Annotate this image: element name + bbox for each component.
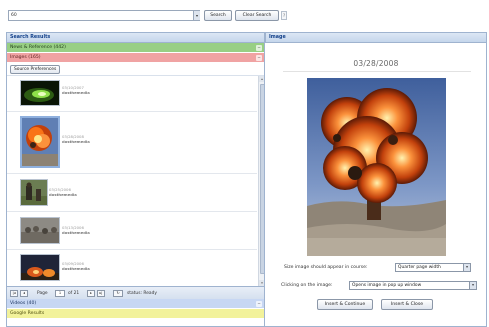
divider	[283, 71, 471, 72]
result-thumbnail[interactable]	[20, 80, 60, 106]
result-thumbnail[interactable]	[20, 217, 60, 244]
last-page-icon[interactable]: ▸|	[97, 290, 105, 297]
search-results-panel: Search Results News & Reference (442) − …	[6, 32, 265, 327]
size-label: Size image should appear in course:	[284, 265, 368, 270]
page-number-input[interactable]: 1	[55, 290, 65, 297]
list-item[interactable]: 03/13/2006 dosthemedia	[7, 212, 257, 250]
list-item[interactable]: 03/09/2006 dosthemedia	[7, 250, 257, 286]
size-select-value: Quarter page width	[398, 265, 441, 270]
pagination-toolbar: |◂ ◂ Page 1 of 21 ▸ ▸| ↻ status: Ready	[7, 286, 264, 299]
image-panel-title: Image	[265, 33, 486, 43]
next-page-icon[interactable]: ▸	[87, 290, 95, 297]
collapse-icon[interactable]: −	[256, 55, 262, 61]
list-item[interactable]: 03/10/2007 dosthemedia	[7, 76, 257, 112]
image-results-list: 03/10/2007 dosthemedia 03/28/2008 dosthe…	[7, 76, 264, 286]
result-source: dosthemedia	[62, 230, 90, 235]
category-images-label: Images (165)	[10, 55, 41, 60]
results-scrollbar[interactable]: ▴ ▾	[258, 76, 264, 286]
search-dropdown-arrow-icon[interactable]: ▾	[193, 11, 200, 20]
refresh-icon[interactable]: ↻	[113, 290, 123, 297]
scroll-thumb[interactable]	[259, 84, 264, 274]
click-behavior-value: Opens image in pop up window	[352, 283, 422, 288]
result-thumbnail[interactable]	[20, 116, 60, 168]
image-panel: Image 03/28/2008 Size image should appea…	[265, 32, 487, 327]
click-behavior-select[interactable]: Opens image in pop up window ▾	[349, 281, 477, 290]
help-icon[interactable]: ?	[281, 11, 287, 20]
category-google-results[interactable]: Google Results	[7, 309, 264, 319]
clear-search-button[interactable]: Clear Search	[235, 10, 279, 21]
category-videos[interactable]: Videos (40) −	[7, 299, 264, 309]
category-news-reference[interactable]: News & Reference (442) −	[7, 43, 264, 53]
expand-icon[interactable]: −	[256, 301, 262, 307]
chevron-down-icon[interactable]: ▾	[469, 282, 476, 289]
click-behavior-label: Clicking on the image:	[281, 283, 333, 288]
category-news-label: News & Reference (442)	[10, 45, 66, 50]
search-toolbar: 60 ▾ Search Clear Search ?	[0, 0, 489, 30]
result-source: dosthemedia	[62, 90, 90, 95]
source-preferences-button[interactable]: Source Preferences	[10, 65, 61, 74]
list-item[interactable]: 03/25/2006 dosthemedia	[7, 174, 257, 212]
scroll-up-icon[interactable]: ▴	[259, 76, 264, 82]
insert-continue-button[interactable]: Insert & Continue	[317, 299, 373, 310]
result-source: dosthemedia	[62, 266, 90, 271]
size-select[interactable]: Quarter page width ▾	[395, 263, 471, 272]
category-images[interactable]: Images (165) −	[7, 53, 264, 63]
category-videos-label: Videos (40)	[10, 301, 37, 306]
search-input[interactable]: 60	[8, 10, 200, 21]
search-results-title: Search Results	[7, 33, 264, 43]
image-preview[interactable]	[307, 78, 446, 256]
collapse-icon[interactable]: −	[256, 45, 262, 51]
result-source: dosthemedia	[62, 139, 90, 144]
category-google-label: Google Results	[10, 311, 45, 316]
result-thumbnail[interactable]	[20, 254, 60, 281]
list-item[interactable]: 03/28/2008 dosthemedia	[7, 112, 257, 174]
chevron-down-icon[interactable]: ▾	[463, 264, 470, 271]
previous-page-icon[interactable]: ◂	[20, 290, 28, 297]
image-date: 03/28/2008	[353, 59, 399, 68]
search-button[interactable]: Search	[204, 10, 232, 21]
source-preferences-row: Source Preferences	[7, 63, 264, 76]
first-page-icon[interactable]: |◂	[10, 290, 18, 297]
result-thumbnail[interactable]	[20, 179, 48, 206]
insert-close-button[interactable]: Insert & Close	[381, 299, 433, 310]
result-source: dosthemedia	[49, 192, 77, 197]
